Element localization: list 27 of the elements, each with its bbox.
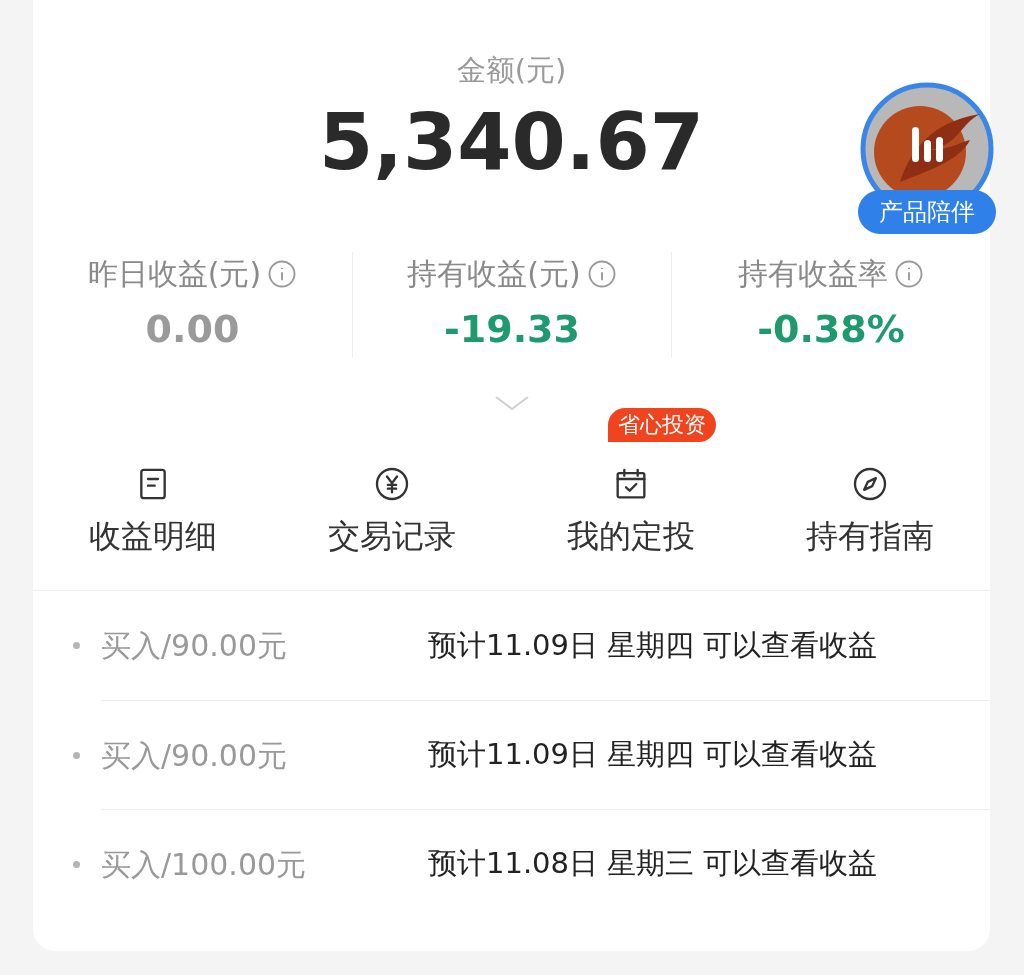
bullet-icon bbox=[73, 642, 80, 649]
trade-text: 买入/90.00元 bbox=[101, 627, 288, 665]
profit-note: 预计11.09日 星期四 可以查看收益 bbox=[428, 626, 878, 664]
shortcut-button[interactable]: 持有指南 bbox=[750, 452, 990, 560]
stat-label: 持有收益率 bbox=[738, 255, 888, 293]
badge-label: 产品陪伴 bbox=[858, 190, 996, 234]
info-icon[interactable] bbox=[894, 259, 924, 289]
bullet-icon bbox=[73, 751, 80, 759]
chevron-down-icon[interactable] bbox=[493, 394, 530, 412]
shortcut-button[interactable]: 收益明细 bbox=[33, 452, 273, 560]
stat-value: -19.33 bbox=[444, 306, 580, 353]
stat-value: 0.00 bbox=[145, 306, 240, 353]
profit-note: 预计11.08日 星期三 可以查看收益 bbox=[428, 845, 878, 883]
product-companion-badge[interactable]: 产品陪伴 bbox=[858, 82, 996, 234]
amount-label: 金额(元) bbox=[456, 52, 567, 89]
promo-tag: 省心投资 bbox=[608, 408, 717, 442]
stat-label: 持有收益(元) bbox=[407, 255, 581, 293]
amount-value: 5,340.67 bbox=[319, 96, 704, 189]
stat-label: 昨日收益(元) bbox=[87, 255, 262, 293]
info-icon[interactable] bbox=[586, 259, 617, 289]
info-icon[interactable] bbox=[267, 259, 298, 289]
shortcut-button[interactable]: 交易记录 bbox=[272, 452, 512, 560]
bullet-icon bbox=[73, 860, 80, 868]
profit-note: 预计11.09日 星期四 可以查看收益 bbox=[428, 736, 878, 774]
trade-text: 买入/100.00元 bbox=[101, 845, 308, 884]
stat-value: -0.38% bbox=[757, 306, 905, 353]
trade-text: 买入/90.00元 bbox=[101, 736, 288, 775]
